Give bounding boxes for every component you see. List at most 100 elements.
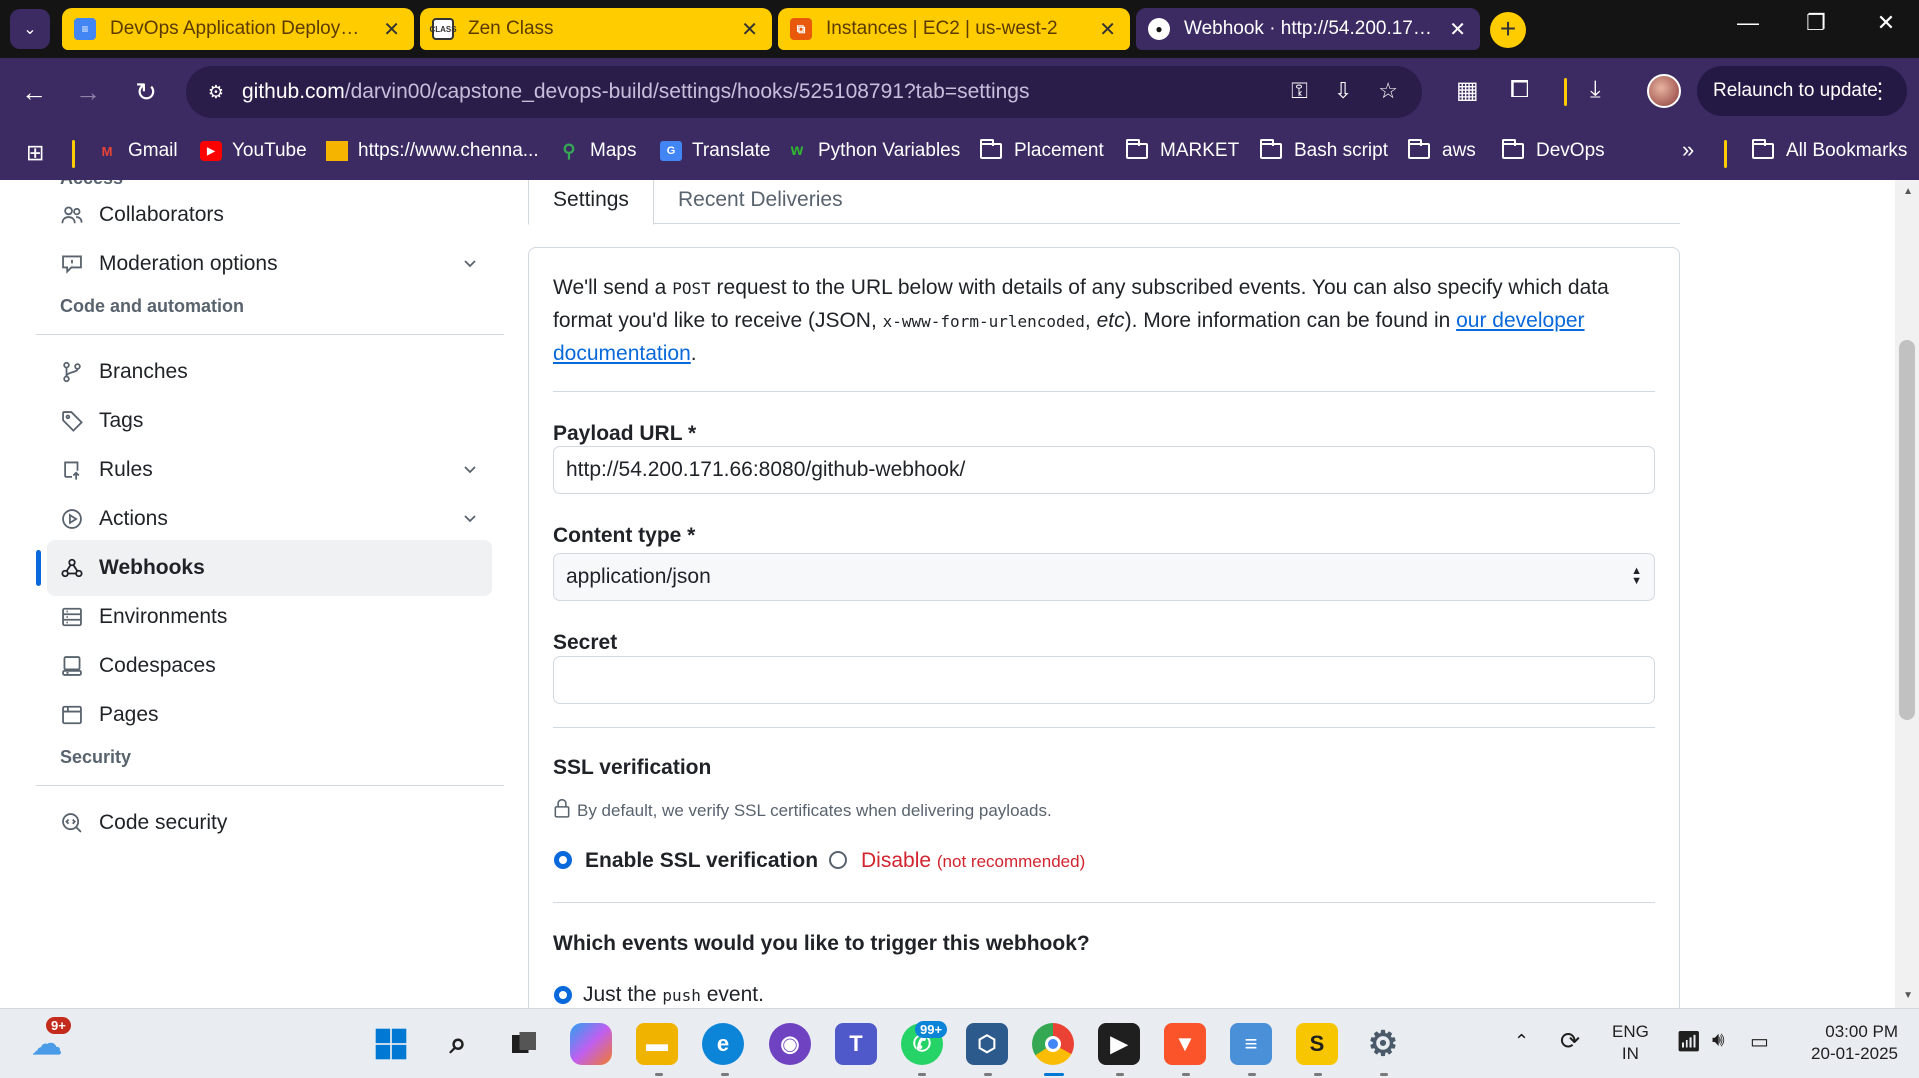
notepad-icon[interactable]: ≡: [1230, 1023, 1272, 1065]
chevron-down-icon[interactable]: [462, 508, 478, 532]
relaunch-to-update-button[interactable]: Relaunch to update ⋮: [1697, 66, 1907, 116]
back-arrow-icon[interactable]: ←: [14, 72, 54, 112]
brave-icon[interactable]: ▼: [1164, 1023, 1206, 1065]
sidebar-item-rules[interactable]: Rules: [47, 442, 492, 498]
bookmark-placement[interactable]: Placement: [980, 139, 1104, 162]
wifi-icon[interactable]: 📶︎: [1676, 1029, 1701, 1054]
bookmark-star-icon[interactable]: ☆: [1378, 78, 1398, 104]
tab-search-button[interactable]: ⌄: [10, 9, 50, 49]
bookmark-market[interactable]: MARKET: [1126, 139, 1239, 162]
password-key-icon[interactable]: ⚿: [1291, 78, 1308, 104]
sidebar-item-tags[interactable]: Tags: [47, 393, 492, 449]
install-app-icon[interactable]: ⇩: [1334, 78, 1352, 104]
browser-tab[interactable]: ⧉ Instances | EC2 | us-west-2 ✕: [778, 8, 1130, 50]
sidebar-item-pages[interactable]: Pages: [47, 687, 492, 743]
close-window-icon[interactable]: ✕: [1866, 10, 1906, 36]
browser-tab[interactable]: ≡ DevOps Application Deployment ✕: [62, 8, 414, 50]
sidebar-item-code-security[interactable]: Code security: [47, 795, 492, 851]
bookmark-python-variables[interactable]: w Python Variables: [786, 140, 960, 162]
apps-grid-icon[interactable]: ⊞: [26, 140, 44, 166]
language-indicator[interactable]: ENG IN: [1612, 1021, 1649, 1065]
minimize-icon[interactable]: —: [1728, 10, 1768, 36]
all-bookmarks-button[interactable]: All Bookmarks: [1752, 139, 1907, 162]
task-view-icon[interactable]: [503, 1023, 545, 1065]
edge-icon[interactable]: e: [702, 1023, 744, 1065]
ssl-enable-radio[interactable]: [554, 851, 572, 869]
forward-arrow-icon[interactable]: →: [68, 72, 108, 112]
sidebar-item-actions[interactable]: Actions: [47, 491, 492, 547]
tab-settings[interactable]: Settings: [528, 180, 654, 225]
browser-tab-active[interactable]: ● Webhook · http://54.200.171.66 ✕: [1136, 8, 1480, 50]
secret-input[interactable]: [553, 656, 1655, 704]
folder-icon: [1260, 139, 1282, 159]
chrome-icon[interactable]: [1032, 1023, 1074, 1065]
bookmark-translate[interactable]: G Translate: [660, 140, 771, 162]
translate-icon: G: [660, 141, 682, 161]
restore-icon[interactable]: ❐: [1796, 10, 1836, 36]
scrollbar-thumb[interactable]: [1899, 340, 1915, 720]
battery-icon[interactable]: ▭: [1750, 1029, 1769, 1054]
ssl-disable-label[interactable]: Disable (not recommended): [861, 849, 1085, 873]
close-icon[interactable]: ✕: [383, 17, 400, 42]
sync-icon[interactable]: ⟳: [1560, 1027, 1580, 1056]
clock[interactable]: 03:00 PM 20-01-2025: [1794, 1021, 1898, 1065]
close-icon[interactable]: ✕: [741, 17, 758, 42]
browser-tab[interactable]: CLASS Zen Class ✕: [420, 8, 772, 50]
more-menu-icon[interactable]: ⋮: [1869, 78, 1891, 104]
running-indicator: [1116, 1073, 1124, 1076]
github-settings-page: Access Collaborators Moderation options …: [0, 180, 1919, 1008]
bookmark-aws[interactable]: aws: [1408, 139, 1476, 162]
sidebar-item-branches[interactable]: Branches: [47, 344, 492, 400]
page-scrollbar[interactable]: ▲ ▼: [1895, 180, 1919, 1008]
events-push-label[interactable]: Just the push event.: [583, 983, 764, 1007]
bookmark-devops[interactable]: DevOps: [1502, 139, 1605, 162]
sidebar-item-moderation[interactable]: Moderation options: [47, 236, 492, 292]
download-icon[interactable]: ⤓: [1590, 76, 1601, 104]
ssl-enable-label[interactable]: Enable SSL verification: [585, 849, 818, 873]
scroll-up-icon[interactable]: ▲: [1903, 186, 1913, 197]
sidebar-heading-code: Code and automation: [60, 296, 244, 316]
search-icon[interactable]: ⌕: [437, 1023, 479, 1065]
qr-code-icon[interactable]: ▦: [1456, 76, 1479, 105]
bookmark-gmail[interactable]: M Gmail: [96, 140, 178, 162]
github-desktop-icon[interactable]: ◉: [769, 1023, 811, 1065]
settings-gear-icon[interactable]: ⚙: [1362, 1023, 1404, 1065]
content-type-select[interactable]: application/json ▲ ▼: [553, 553, 1655, 601]
volume-icon[interactable]: 🔊︎: [1712, 1029, 1725, 1052]
chevron-down-icon[interactable]: [462, 253, 478, 277]
chevron-down-icon[interactable]: [462, 459, 478, 483]
bookmark-youtube[interactable]: ▶ YouTube: [200, 140, 307, 162]
site-settings-icon[interactable]: ⚙: [202, 78, 230, 106]
extensions-icon[interactable]: ⧠: [1510, 76, 1529, 104]
copilot-icon[interactable]: [570, 1023, 612, 1065]
sidebar-item-environments[interactable]: Environments: [47, 589, 492, 645]
sidebar-item-collaborators[interactable]: Collaborators: [47, 187, 492, 243]
bookmark-bash-script[interactable]: Bash script: [1260, 139, 1388, 162]
events-push-radio[interactable]: [554, 986, 572, 1004]
close-icon[interactable]: ✕: [1449, 17, 1466, 42]
virtualbox-icon[interactable]: ⬡: [966, 1023, 1008, 1065]
reload-icon[interactable]: ↻: [126, 72, 166, 112]
terminal-icon[interactable]: ▶: [1098, 1023, 1140, 1065]
bookmark-maps[interactable]: ⚲ Maps: [558, 140, 636, 162]
payload-url-label: Payload URL *: [553, 422, 697, 445]
address-bar[interactable]: ⚙ github.com/darvin00/capstone_devops-bu…: [186, 66, 1422, 118]
windows-start-icon[interactable]: [370, 1023, 412, 1065]
payload-url-input[interactable]: http://54.200.171.66:8080/github-webhook…: [553, 446, 1655, 494]
close-icon[interactable]: ✕: [1099, 17, 1116, 42]
file-explorer-icon[interactable]: ▬: [636, 1023, 678, 1065]
sidebar-item-codespaces[interactable]: Codespaces: [47, 638, 492, 694]
youtube-icon: ▶: [200, 141, 222, 161]
tab-recent-deliveries[interactable]: Recent Deliveries: [678, 180, 843, 224]
bookmark-chennai[interactable]: https://www.chenna...: [326, 140, 539, 162]
scroll-down-icon[interactable]: ▼: [1903, 990, 1913, 1001]
bookmarks-overflow-button[interactable]: »: [1682, 137, 1694, 163]
new-tab-button[interactable]: +: [1490, 12, 1526, 48]
teams-icon[interactable]: T: [835, 1023, 877, 1065]
profile-avatar[interactable]: [1647, 74, 1681, 108]
ssl-disable-radio[interactable]: [829, 851, 847, 869]
chevron-up-icon[interactable]: ⌃: [1514, 1031, 1529, 1052]
sublime-icon[interactable]: S: [1296, 1023, 1338, 1065]
sidebar-item-webhooks[interactable]: Webhooks: [47, 540, 492, 596]
report-icon: [59, 251, 85, 277]
